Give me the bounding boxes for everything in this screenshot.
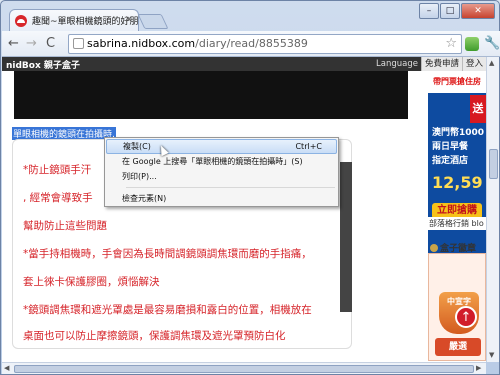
context-menu-separator: [126, 187, 335, 188]
site-favicon-icon: [15, 15, 27, 27]
tab-close-icon[interactable]: ×: [125, 14, 133, 25]
bookmark-star-icon[interactable]: ☆: [445, 35, 457, 53]
wrench-menu-icon[interactable]: 🔧: [484, 36, 500, 51]
paragraph-6: *鏡頭調焦環和遮光罩處是最容易磨損和露白的位置，相機放在: [23, 304, 312, 316]
paragraph-4: *當手持相機時，手會因為長時間調鏡頭調焦環而磨的手指痛，: [23, 248, 312, 260]
ad-badge: 送: [470, 95, 486, 123]
scroll-top-icon[interactable]: ↑: [455, 306, 477, 328]
page-icon: [73, 38, 84, 49]
copy-shortcut: Ctrl+C: [295, 142, 322, 151]
copy-label: 複製(C): [123, 142, 151, 151]
browser-window: 趣聞~單眼相機鏡頭的好朋 × – □ ✕ ← → C sabrina.nidbo…: [0, 0, 500, 375]
ad-headline: 帶門票搶住房: [428, 71, 486, 93]
new-tab-button[interactable]: [137, 14, 169, 29]
vertical-scrollbar[interactable]: ▲ ▼: [486, 57, 499, 362]
paragraph-1: *防止鏡頭手汗: [23, 164, 92, 176]
browser-toolbar: ← → C sabrina.nidbox.com/diary/read/8855…: [2, 31, 500, 57]
scroll-down-icon[interactable]: ▼: [489, 351, 494, 359]
web-page: nidBox 親子盒子 Language 免費申請 登入 單眼相機的鏡頭在拍攝時…: [2, 57, 486, 362]
browser-tab[interactable]: 趣聞~單眼相機鏡頭的好朋 ×: [9, 9, 139, 31]
close-window-button[interactable]: ✕: [461, 3, 495, 19]
context-menu-copy[interactable]: 複製(C) Ctrl+C: [106, 139, 337, 154]
context-menu-search-google[interactable]: 在 Google 上搜尋「單眼相機的鏡頭在拍攝時」(S): [106, 154, 337, 169]
context-menu-print[interactable]: 列印(P)...: [106, 169, 337, 184]
search-google-label: 在 Google 上搜尋「單眼相機的鏡頭在拍攝時」(S): [122, 157, 303, 166]
free-signup-link[interactable]: 免費申請: [420, 57, 462, 71]
print-label: 列印(P)...: [122, 172, 157, 181]
language-link[interactable]: Language: [373, 57, 421, 71]
scroll-up-icon[interactable]: ▲: [489, 59, 494, 67]
url-path: /diary/read/8855389: [195, 37, 308, 50]
ad-line-3: 指定酒店: [432, 156, 469, 166]
context-menu-inspect[interactable]: 檢查元素(N): [106, 191, 337, 206]
login-link[interactable]: 登入: [461, 57, 486, 71]
inspect-label: 檢查元素(N): [122, 194, 167, 203]
back-button[interactable]: ←: [8, 36, 19, 51]
ad-price: 12,59: [432, 173, 483, 192]
minimize-button[interactable]: –: [419, 3, 439, 19]
paragraph-5: 套上徠卡保護膠圈，煩惱解決: [23, 276, 160, 288]
badge-more-button[interactable]: 嚴選: [435, 338, 481, 356]
vertical-scroll-thumb[interactable]: [489, 149, 498, 179]
badge-panel[interactable]: 中宣字 ↑ 嚴選: [428, 253, 486, 361]
extension-icon[interactable]: [465, 37, 479, 51]
tab-title: 趣聞~單眼相機鏡頭的好朋: [32, 17, 139, 27]
url-host: sabrina.nidbox.com: [87, 37, 196, 50]
article-side-image: [340, 162, 352, 312]
context-menu: 複製(C) Ctrl+C 在 Google 上搜尋「單眼相機的鏡頭在拍攝時」(S…: [104, 137, 339, 207]
paragraph-7: 桌面也可以防止摩擦鏡頭，保護調焦環及遮光罩預防白化: [23, 330, 286, 342]
horizontal-scrollbar[interactable]: ◀ ▶: [2, 362, 486, 374]
maximize-button[interactable]: □: [440, 3, 460, 19]
ad-line-2: 兩日早餐: [432, 142, 469, 152]
forward-button[interactable]: →: [26, 36, 37, 51]
top-links: Language 免費申請 登入: [373, 57, 486, 71]
site-brand[interactable]: nidBox 親子盒子: [6, 58, 80, 71]
scroll-right-icon[interactable]: ▶: [476, 364, 481, 372]
article-image: [14, 71, 408, 119]
site-topbar: nidBox 親子盒子 Language 免費申請 登入: [2, 57, 486, 71]
address-bar[interactable]: sabrina.nidbox.com/diary/read/8855389 ☆: [68, 34, 462, 54]
sidebar-note[interactable]: 部落格行銷 blo: [428, 217, 486, 230]
paragraph-3: 幫助防止這些問題: [23, 220, 107, 232]
window-controls: – □ ✕: [419, 3, 495, 19]
sidebar-ad[interactable]: 帶門票搶住房 送 澳門幣1000 兩日早餐 指定酒店 12,59 立即搶購: [428, 71, 486, 259]
horizontal-scroll-thumb[interactable]: [14, 365, 474, 373]
scroll-left-icon[interactable]: ◀: [4, 364, 9, 372]
ad-line-1: 澳門幣1000: [432, 128, 485, 138]
paragraph-2: , 經常會導致手: [23, 192, 93, 204]
reload-button[interactable]: C: [46, 36, 55, 51]
